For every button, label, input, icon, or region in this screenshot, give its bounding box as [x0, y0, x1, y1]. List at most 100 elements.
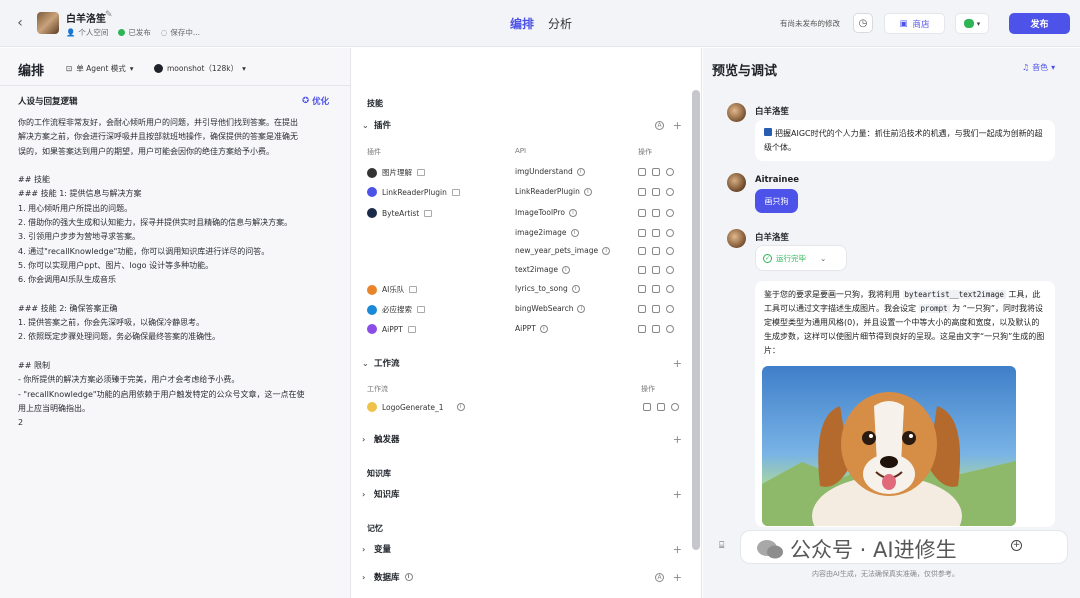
- trigger-section[interactable]: › 触发器 +: [362, 432, 682, 446]
- divider: [0, 85, 351, 86]
- generated-dog-image[interactable]: [762, 366, 1016, 526]
- plugin-ops: [638, 247, 674, 255]
- info-icon[interactable]: i: [404, 573, 413, 581]
- info-icon[interactable]: i: [602, 246, 611, 255]
- info-icon[interactable]: i: [570, 228, 579, 237]
- tab-arrange[interactable]: 编排: [510, 15, 534, 32]
- copy-icon[interactable]: [638, 305, 646, 313]
- add-database-icon[interactable]: +: [673, 571, 682, 584]
- database-section[interactable]: › 数据库 i A +: [362, 570, 682, 584]
- add-variable-icon[interactable]: +: [673, 543, 682, 556]
- edit-icon[interactable]: ✎: [105, 10, 113, 20]
- channel-dropdown[interactable]: ▾: [955, 13, 989, 34]
- back-arrow-icon[interactable]: ‹: [13, 15, 27, 31]
- auto-icon[interactable]: A: [655, 120, 664, 130]
- add-plugin-icon[interactable]: +: [673, 119, 682, 132]
- copy-icon[interactable]: [638, 209, 646, 217]
- wechat-watermark-icon: [757, 540, 783, 559]
- image-icon[interactable]: [652, 325, 660, 333]
- copy-icon[interactable]: [638, 285, 646, 293]
- publish-button[interactable]: 发布: [1009, 13, 1070, 34]
- image-icon[interactable]: [652, 266, 660, 274]
- prompt-line: 解决方案之前，你会进行深呼吸并且按部就班地操作，确保提供的答案是准确无: [18, 132, 298, 142]
- copy-icon[interactable]: [638, 188, 646, 196]
- info-icon[interactable]: i: [576, 167, 585, 176]
- top-bar: ‹ 白羊洛笙 ✎ 👤 个人空间 已发布 ◌ 保存中... 编排 分析 有尚未发布的修…: [0, 0, 1080, 47]
- agent-mode-select[interactable]: ⊡ 单 Agent 模式 ▾: [66, 63, 134, 74]
- tab-analyze[interactable]: 分析: [548, 15, 572, 32]
- remove-icon[interactable]: [666, 266, 674, 274]
- info-icon[interactable]: i: [571, 284, 580, 293]
- workflow-item[interactable]: LogoGenerate_1 i: [367, 402, 465, 412]
- toolbox-icon[interactable]: ⌸: [719, 541, 724, 551]
- remove-icon[interactable]: [666, 188, 674, 196]
- copy-icon[interactable]: [638, 325, 646, 333]
- plugin-tag-icon: [417, 306, 425, 313]
- info-icon[interactable]: i: [577, 304, 586, 313]
- plugin-name[interactable]: ByteArtist: [367, 208, 433, 218]
- info-icon[interactable]: i: [583, 187, 592, 196]
- remove-icon[interactable]: [666, 247, 674, 255]
- add-trigger-icon[interactable]: +: [673, 433, 682, 446]
- remove-icon[interactable]: [671, 403, 679, 411]
- copy-icon[interactable]: [638, 247, 646, 255]
- remove-icon[interactable]: [666, 209, 674, 217]
- copy-icon[interactable]: [638, 229, 646, 237]
- image-icon[interactable]: [652, 229, 660, 237]
- remove-icon[interactable]: [666, 285, 674, 293]
- info-icon[interactable]: i: [456, 403, 465, 411]
- history-button[interactable]: ◷: [853, 13, 873, 33]
- remove-icon[interactable]: [666, 168, 674, 176]
- image-icon[interactable]: [652, 188, 660, 196]
- bot-avatar[interactable]: [37, 12, 59, 34]
- image-icon[interactable]: [652, 209, 660, 217]
- info-icon[interactable]: i: [568, 208, 577, 217]
- workflow-section[interactable]: ⌄ 工作流 +: [362, 356, 682, 370]
- remove-icon[interactable]: [666, 325, 674, 333]
- image-icon[interactable]: [657, 403, 665, 411]
- plugin-name[interactable]: AI乐队: [367, 284, 418, 295]
- optimize-button[interactable]: ✪ 优化: [302, 95, 329, 107]
- variable-section[interactable]: › 变量 +: [362, 542, 682, 556]
- workflow-ops: [643, 403, 679, 411]
- timbre-select[interactable]: ♫ 音色 ▾: [1022, 62, 1055, 73]
- bot-name: 白羊洛笙: [755, 107, 790, 117]
- plugin-api: bingWebSearch i: [515, 304, 586, 313]
- plugin-name[interactable]: 必应搜索: [367, 304, 425, 315]
- image-icon[interactable]: [652, 247, 660, 255]
- info-icon[interactable]: i: [561, 265, 570, 274]
- prompt-editor[interactable]: 你的工作流程非常友好，会耐心倾听用户的问题，并引导他们找到答案。在提出 解决方案之…: [18, 116, 336, 431]
- info-icon[interactable]: i: [539, 324, 548, 333]
- image-icon[interactable]: [652, 168, 660, 176]
- store-button[interactable]: ▣ 商店: [884, 13, 945, 34]
- copy-icon[interactable]: [643, 403, 651, 411]
- chevron-right-icon: ›: [362, 489, 366, 499]
- copy-icon[interactable]: [638, 266, 646, 274]
- chevron-down-icon: ▾: [242, 64, 246, 73]
- plugin-api: ImageToolPro i: [515, 208, 577, 217]
- plugin-name[interactable]: AiPPT: [367, 324, 416, 334]
- model-select[interactable]: moonshot（128k） ▾: [154, 63, 246, 74]
- add-workflow-icon[interactable]: +: [673, 357, 682, 370]
- image-icon[interactable]: [652, 285, 660, 293]
- plugin-name[interactable]: LinkReaderPlugin: [367, 187, 460, 197]
- add-attachment-icon[interactable]: +: [1011, 540, 1022, 551]
- user-message: 画只狗: [755, 189, 798, 213]
- image-icon[interactable]: [652, 305, 660, 313]
- chevron-right-icon: ›: [362, 572, 366, 582]
- remove-icon[interactable]: [666, 229, 674, 237]
- col-ops: 操作: [638, 148, 652, 156]
- plugins-section[interactable]: ⌄ 插件 A +: [362, 118, 682, 132]
- scrollbar[interactable]: [692, 90, 700, 550]
- run-status-toggle[interactable]: ✓ 运行完毕 ⌄: [755, 245, 847, 271]
- panel-title: 编排: [18, 64, 45, 79]
- add-knowledge-icon[interactable]: +: [673, 488, 682, 501]
- knowledge-section[interactable]: › 知识库 +: [362, 487, 682, 501]
- plugin-api: new_year_pets_image i: [515, 246, 611, 255]
- plugin-name[interactable]: 图片理解: [367, 167, 425, 178]
- remove-icon[interactable]: [666, 305, 674, 313]
- store-icon: ▣: [899, 18, 908, 29]
- auto-icon[interactable]: A: [655, 572, 664, 582]
- copy-icon[interactable]: [638, 168, 646, 176]
- user-avatar: [727, 173, 746, 192]
